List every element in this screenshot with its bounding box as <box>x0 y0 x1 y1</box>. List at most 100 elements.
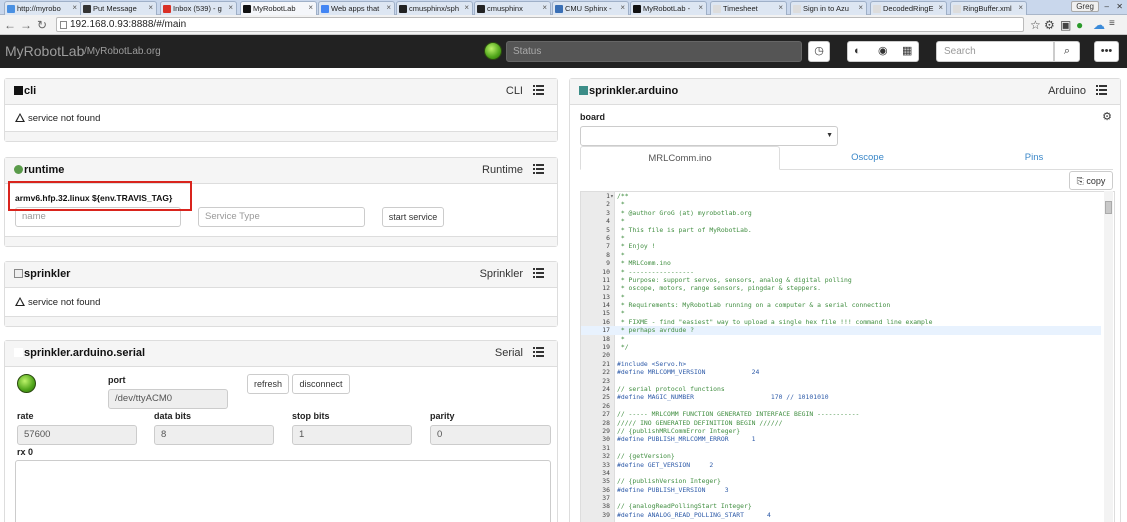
service-type-input[interactable]: Service Type <box>198 207 365 227</box>
refresh-button[interactable]: refresh <box>247 374 289 394</box>
bookmark-star-icon[interactable]: ☆ <box>1030 18 1041 32</box>
databits-field[interactable]: 8 <box>154 425 274 445</box>
search-button[interactable]: ⌕ <box>1054 41 1080 62</box>
code-line: 11 * Purpose: support servos, sensors, a… <box>581 276 1101 284</box>
scroll-thumb[interactable] <box>1105 201 1112 214</box>
panel-menu-icon[interactable] <box>533 164 544 175</box>
close-tab-icon[interactable]: × <box>778 3 783 12</box>
brand[interactable]: MyRobotLab <box>5 43 84 59</box>
panel-title: cli <box>24 85 37 97</box>
browser-tab-label: MyRobotLab <box>253 4 296 13</box>
rate-field[interactable]: 57600 <box>17 425 137 445</box>
serial-panel: sprinkler.arduino.serial Serial port /de… <box>4 340 558 522</box>
browser-user-chip[interactable]: Greg <box>1071 1 1099 12</box>
reload-icon[interactable]: ↻ <box>37 18 47 32</box>
search-input[interactable]: Search <box>936 41 1054 62</box>
code-line: 24 // serial protocol functions <box>581 385 1101 393</box>
line-text: // {getVersion} <box>617 452 675 461</box>
line-text: // serial protocol functions <box>617 384 725 393</box>
code-line: 20 <box>581 351 1101 359</box>
browser-tab[interactable]: Inbox (539) - g × <box>160 1 237 15</box>
line-text: #define ANALOG_READ_POLLING_START 4 <box>617 510 771 519</box>
line-text: #define MAGIC_NUMBER 170 // 10101010 <box>617 393 829 402</box>
menu-icon[interactable]: ≡ <box>1109 18 1115 29</box>
warning-message: service not found <box>15 113 100 124</box>
close-tab-icon[interactable]: × <box>228 3 233 12</box>
stopbits-label: stop bits <box>292 411 330 421</box>
browser-tab-label: MyRobotLab - <box>643 4 691 13</box>
line-text: ///// INO GENERATED DEFINITION BEGIN ///… <box>617 418 783 427</box>
close-tab-icon[interactable]: × <box>308 3 313 12</box>
panel-menu-icon[interactable] <box>1096 85 1107 96</box>
browser-tab[interactable]: Sign in to Azu × <box>790 1 867 15</box>
code-editor[interactable]: 1▾/** 2 * 3 * @author GroG (at) myrobotlab… <box>580 191 1115 522</box>
evernote-icon[interactable]: ● <box>1076 18 1083 32</box>
browser-tab[interactable]: cmusphinx × <box>474 1 551 15</box>
close-tab-icon[interactable]: × <box>464 3 469 12</box>
settings-gear-icon[interactable]: ⚙ <box>1044 18 1055 32</box>
line-number: 39 <box>602 510 610 519</box>
browser-tab-label: Web apps that <box>331 4 380 13</box>
close-tab-icon[interactable]: × <box>542 3 547 12</box>
panel-menu-icon[interactable] <box>533 268 544 279</box>
browser-tabstrip: http://myrobo × Put Message × Inbox (539) - … <box>0 0 1127 15</box>
panel-menu-icon[interactable] <box>533 85 544 96</box>
copy-button[interactable]: ⎘ copy <box>1069 171 1113 190</box>
clock-button[interactable]: ◷ <box>808 41 830 62</box>
line-text: #define GET_VERSION 2 <box>617 460 714 469</box>
line-number: 9 <box>606 259 610 268</box>
editor-scrollbar[interactable] <box>1104 191 1113 522</box>
hide-icon[interactable]: ◐ <box>854 42 861 61</box>
extension-icon[interactable]: ▣ <box>1060 18 1071 32</box>
favicon-icon <box>7 5 15 13</box>
browser-tab[interactable]: cmusphinx/sph × <box>396 1 473 15</box>
disconnect-button[interactable]: disconnect <box>292 374 350 394</box>
rx-textarea[interactable] <box>15 460 551 522</box>
forward-icon[interactable]: → <box>20 18 32 32</box>
board-select[interactable]: ▼ <box>580 126 838 146</box>
browser-tab[interactable]: CMU Sphinx - × <box>552 1 629 15</box>
close-tab-icon[interactable]: × <box>72 3 77 12</box>
browser-tab[interactable]: Timesheet × <box>710 1 787 15</box>
grid-icon[interactable]: ▦ <box>902 42 912 61</box>
browser-tab[interactable]: RingBuffer.xml × <box>950 1 1027 15</box>
myrobotlab-org-link[interactable]: /MyRobotLab.org <box>84 46 161 57</box>
rate-label: rate <box>17 411 34 421</box>
close-tab-icon[interactable]: × <box>620 3 625 12</box>
close-tab-icon[interactable]: × <box>1018 3 1023 12</box>
browser-tab[interactable]: MyRobotLab - × <box>630 1 707 15</box>
code-line: 33 #define GET_VERSION 2 <box>581 461 1101 469</box>
port-field[interactable]: /dev/ttyACM0 <box>108 389 228 409</box>
tab-mrlcomm[interactable]: MRLComm.ino <box>580 146 780 170</box>
eye-icon[interactable]: ◉ <box>878 42 888 61</box>
stopbits-field[interactable]: 1 <box>292 425 412 445</box>
more-button[interactable]: ••• <box>1094 41 1119 62</box>
close-tab-icon[interactable]: × <box>938 3 943 12</box>
tab-pins[interactable]: Pins <box>955 146 1113 170</box>
close-tab-icon[interactable]: × <box>386 3 391 12</box>
browser-tab[interactable]: http://myrobo × <box>4 1 81 15</box>
close-tab-icon[interactable]: × <box>858 3 863 12</box>
url-input[interactable]: 192.168.0.93:8888/#/main <box>56 17 1024 32</box>
browser-tab[interactable]: DecodedRingE × <box>870 1 947 15</box>
tab-oscope[interactable]: Oscope <box>780 146 955 170</box>
start-service-button[interactable]: start service <box>382 207 444 227</box>
close-tab-icon[interactable]: × <box>698 3 703 12</box>
parity-field[interactable]: 0 <box>430 425 551 445</box>
panel-title: sprinkler <box>24 268 71 280</box>
browser-tab[interactable]: Put Message × <box>80 1 157 15</box>
browser-tab[interactable]: Web apps that × <box>318 1 395 15</box>
minimize-icon[interactable]: – <box>1105 2 1109 11</box>
close-window-icon[interactable]: ✕ <box>1116 2 1123 11</box>
fold-icon[interactable]: ▾ <box>610 192 617 200</box>
back-icon[interactable]: ← <box>4 18 16 32</box>
status-input[interactable]: Status <box>506 41 802 62</box>
close-tab-icon[interactable]: × <box>148 3 153 12</box>
line-number: 32 <box>602 452 610 461</box>
cloud-icon[interactable]: ☁ <box>1093 18 1105 32</box>
browser-tab[interactable]: MyRobotLab × <box>240 1 317 15</box>
panel-menu-icon[interactable] <box>533 347 544 358</box>
line-number: 22 <box>602 368 610 377</box>
gear-icon[interactable]: ⚙ <box>1102 110 1112 123</box>
line-text: #include <Servo.h> <box>617 359 687 368</box>
